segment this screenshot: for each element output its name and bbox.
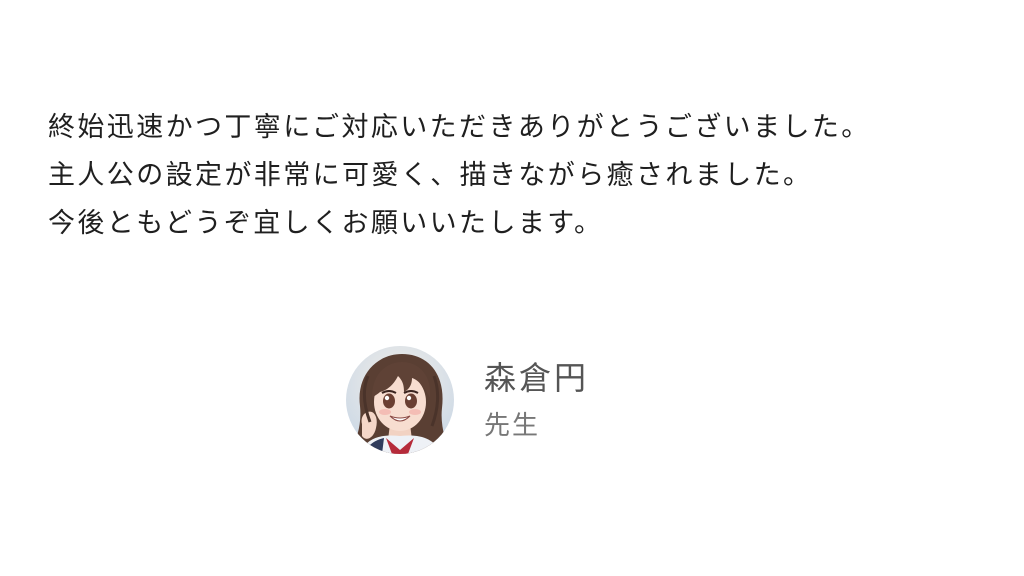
author-card: 森倉円 先生 — [346, 346, 589, 454]
author-name: 森倉円 — [484, 359, 590, 397]
testimonial-quote: 終始迅速かつ丁寧にご対応いただきありがとうございました。 主人公の設定が非常に可… — [48, 104, 988, 248]
anime-girl-portrait-icon — [346, 346, 454, 454]
testimonial-line-3: 今後ともどうぞ宜しくお願いいたします。 — [48, 208, 604, 239]
author-role: 先生 — [484, 411, 541, 441]
avatar — [346, 346, 454, 454]
testimonial-line-1: 終始迅速かつ丁寧にご対応いただきありがとうございました。 — [48, 112, 871, 143]
testimonial-line-2: 主人公の設定が非常に可愛く、描きながら癒されました。 — [48, 160, 813, 191]
author-info: 森倉円 先生 — [484, 358, 589, 442]
